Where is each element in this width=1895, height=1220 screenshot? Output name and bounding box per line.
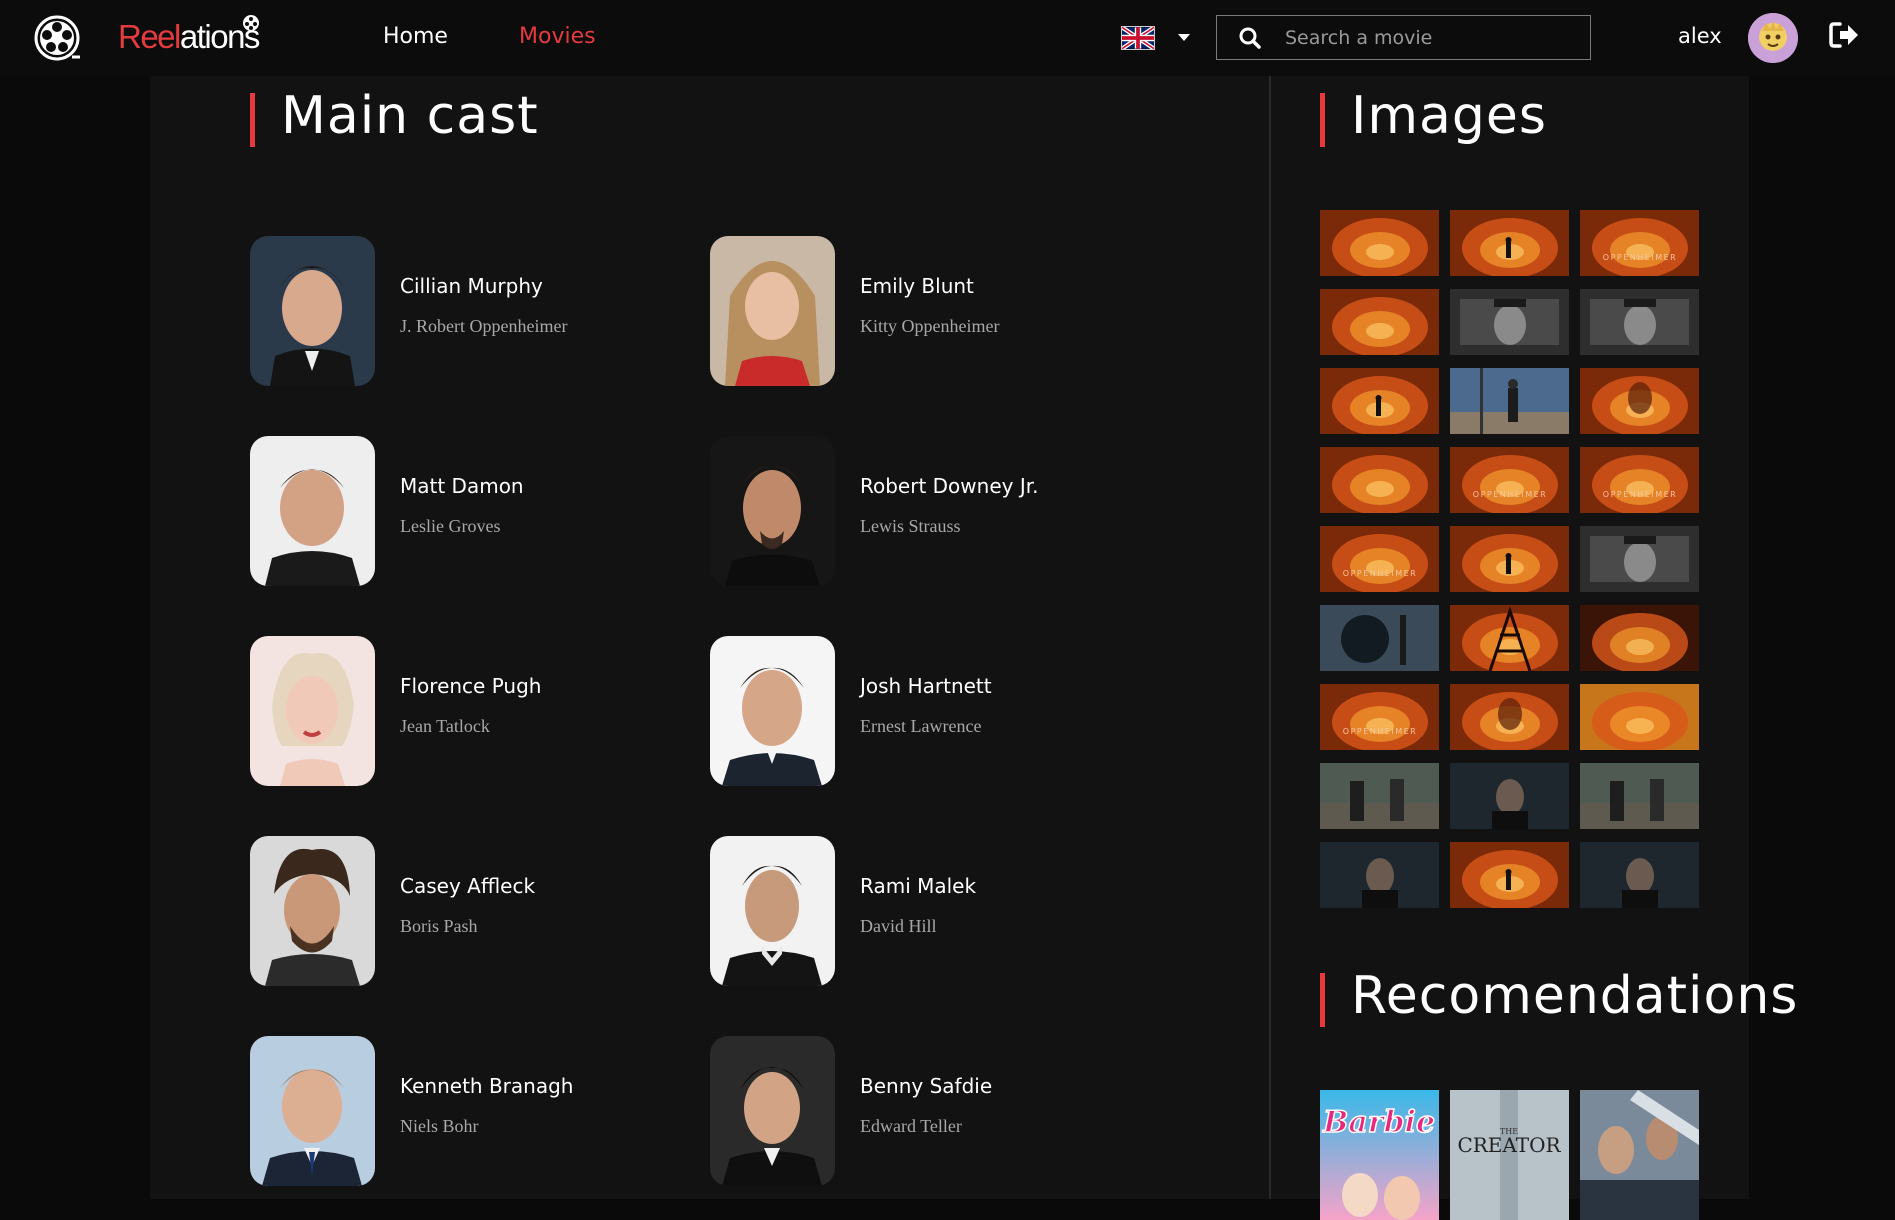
- svg-text:OPPENHEIMER: OPPENHEIMER: [1343, 569, 1417, 578]
- cast-name: Emily Blunt: [860, 274, 974, 298]
- cast-card[interactable]: Cillian Murphy J. Robert Oppenheimer: [250, 236, 690, 388]
- cast-card[interactable]: Casey Affleck Boris Pash: [250, 836, 690, 988]
- cast-role: David Hill: [860, 916, 937, 936]
- cast-role: J. Robert Oppenheimer: [400, 316, 568, 336]
- cast-photo: [250, 636, 375, 786]
- cast-name: Benny Safdie: [860, 1074, 993, 1098]
- cast-name: Matt Damon: [400, 474, 524, 498]
- cast-card[interactable]: Rami Malek David Hill: [710, 836, 1150, 988]
- gallery-image[interactable]: OPPENHEIMER: [1450, 447, 1569, 513]
- gallery-image[interactable]: [1580, 684, 1699, 750]
- cast-card[interactable]: Benny Safdie Edward Teller: [710, 1036, 1150, 1188]
- gallery-image[interactable]: [1580, 763, 1699, 829]
- recommendations-heading: Recomendations: [1351, 966, 1799, 1026]
- cast-card[interactable]: Kenneth Branagh Niels Bohr: [250, 1036, 690, 1188]
- gallery-image[interactable]: [1580, 605, 1699, 671]
- brand-reel-text: Reel: [118, 18, 181, 55]
- cast-name: Josh Hartnett: [860, 674, 992, 698]
- gallery-image[interactable]: OPPENHEIMER: [1320, 526, 1439, 592]
- poster-title: CREATOR: [1457, 1133, 1561, 1157]
- avatar-image: [1748, 13, 1798, 63]
- gallery-image[interactable]: [1450, 526, 1569, 592]
- cast-name: Cillian Murphy: [400, 274, 543, 298]
- gallery-image[interactable]: [1580, 526, 1699, 592]
- gallery-image[interactable]: [1320, 763, 1439, 829]
- cast-photo: [710, 236, 835, 386]
- svg-text:OPPENHEIMER: OPPENHEIMER: [1343, 727, 1417, 736]
- recommendation-poster[interactable]: [1580, 1090, 1699, 1220]
- gallery-image[interactable]: [1450, 368, 1569, 434]
- uk-flag-icon[interactable]: [1121, 26, 1155, 50]
- cast-photo: [250, 1036, 375, 1186]
- cast-name: Kenneth Branagh: [400, 1074, 574, 1098]
- images-heading: Images: [1351, 86, 1547, 146]
- cast-name: Robert Downey Jr.: [860, 474, 1039, 498]
- gallery-image[interactable]: [1580, 289, 1699, 355]
- gallery-image[interactable]: [1320, 368, 1439, 434]
- gallery-image[interactable]: [1580, 368, 1699, 434]
- cast-role: Ernest Lawrence: [860, 716, 982, 736]
- film-reel-icon[interactable]: [32, 14, 82, 62]
- gallery-image[interactable]: [1320, 289, 1439, 355]
- svg-text:OPPENHEIMER: OPPENHEIMER: [1603, 253, 1677, 262]
- heading-accent-bar: [250, 93, 255, 147]
- nav-home-link[interactable]: Home: [383, 24, 448, 49]
- gallery-image[interactable]: [1450, 289, 1569, 355]
- caret-down-icon[interactable]: [1178, 34, 1190, 41]
- gallery-image[interactable]: [1580, 842, 1699, 908]
- gallery-image[interactable]: [1450, 684, 1569, 750]
- recommendation-poster[interactable]: THE CREATOR: [1450, 1090, 1569, 1220]
- cast-photo: [250, 836, 375, 986]
- search-icon[interactable]: [1239, 27, 1261, 49]
- username[interactable]: alex: [1678, 24, 1722, 48]
- gallery-image[interactable]: [1450, 605, 1569, 671]
- svg-text:OPPENHEIMER: OPPENHEIMER: [1473, 490, 1547, 499]
- cast-role: Edward Teller: [860, 1116, 962, 1136]
- recommendation-poster[interactable]: Barbie: [1320, 1090, 1439, 1220]
- cast-role: Lewis Strauss: [860, 516, 961, 536]
- cast-photo: [710, 436, 835, 586]
- reel-mini-icon: [243, 15, 259, 31]
- cast-role: Jean Tatlock: [400, 716, 490, 736]
- cast-card[interactable]: Robert Downey Jr. Lewis Strauss: [710, 436, 1150, 588]
- gallery-image[interactable]: [1320, 210, 1439, 276]
- cast-card[interactable]: Josh Hartnett Ernest Lawrence: [710, 636, 1150, 788]
- cast-name: Casey Affleck: [400, 874, 536, 898]
- gallery-image[interactable]: OPPENHEIMER: [1580, 210, 1699, 276]
- cast-photo: [710, 1036, 835, 1186]
- search-input[interactable]: [1285, 24, 1575, 52]
- nav-movies-link[interactable]: Movies: [519, 24, 596, 49]
- gallery-image[interactable]: [1320, 447, 1439, 513]
- navbar: Reelations Home Movies alex: [0, 0, 1895, 76]
- heading-accent-bar: [1320, 973, 1325, 1027]
- gallery-image[interactable]: [1320, 605, 1439, 671]
- svg-text:OPPENHEIMER: OPPENHEIMER: [1603, 490, 1677, 499]
- heading-accent-bar: [1320, 93, 1325, 147]
- cast-photo: [250, 236, 375, 386]
- cast-photo: [250, 436, 375, 586]
- gallery-image[interactable]: [1450, 842, 1569, 908]
- search-bar: [1216, 15, 1591, 60]
- cast-role: Kitty Oppenheimer: [860, 316, 1000, 336]
- cast-name: Florence Pugh: [400, 674, 542, 698]
- gallery-image[interactable]: [1450, 763, 1569, 829]
- main-cast-heading: Main cast: [281, 86, 539, 146]
- cast-card[interactable]: Matt Damon Leslie Groves: [250, 436, 690, 588]
- cast-role: Boris Pash: [400, 916, 478, 936]
- gallery-image[interactable]: OPPENHEIMER: [1580, 447, 1699, 513]
- brand-logo[interactable]: Reelations: [118, 18, 260, 56]
- cast-name: Rami Malek: [860, 874, 977, 898]
- logout-icon[interactable]: [1828, 20, 1860, 50]
- avatar[interactable]: [1748, 13, 1798, 63]
- cast-card[interactable]: Florence Pugh Jean Tatlock: [250, 636, 690, 788]
- gallery-image[interactable]: [1450, 210, 1569, 276]
- cast-card[interactable]: Emily Blunt Kitty Oppenheimer: [710, 236, 1150, 388]
- cast-photo: [710, 636, 835, 786]
- cast-role: Niels Bohr: [400, 1116, 479, 1136]
- cast-photo: [710, 836, 835, 986]
- gallery-image[interactable]: OPPENHEIMER: [1320, 684, 1439, 750]
- cast-role: Leslie Groves: [400, 516, 501, 536]
- poster-title: Barbie: [1322, 1105, 1435, 1140]
- gallery-image[interactable]: [1320, 842, 1439, 908]
